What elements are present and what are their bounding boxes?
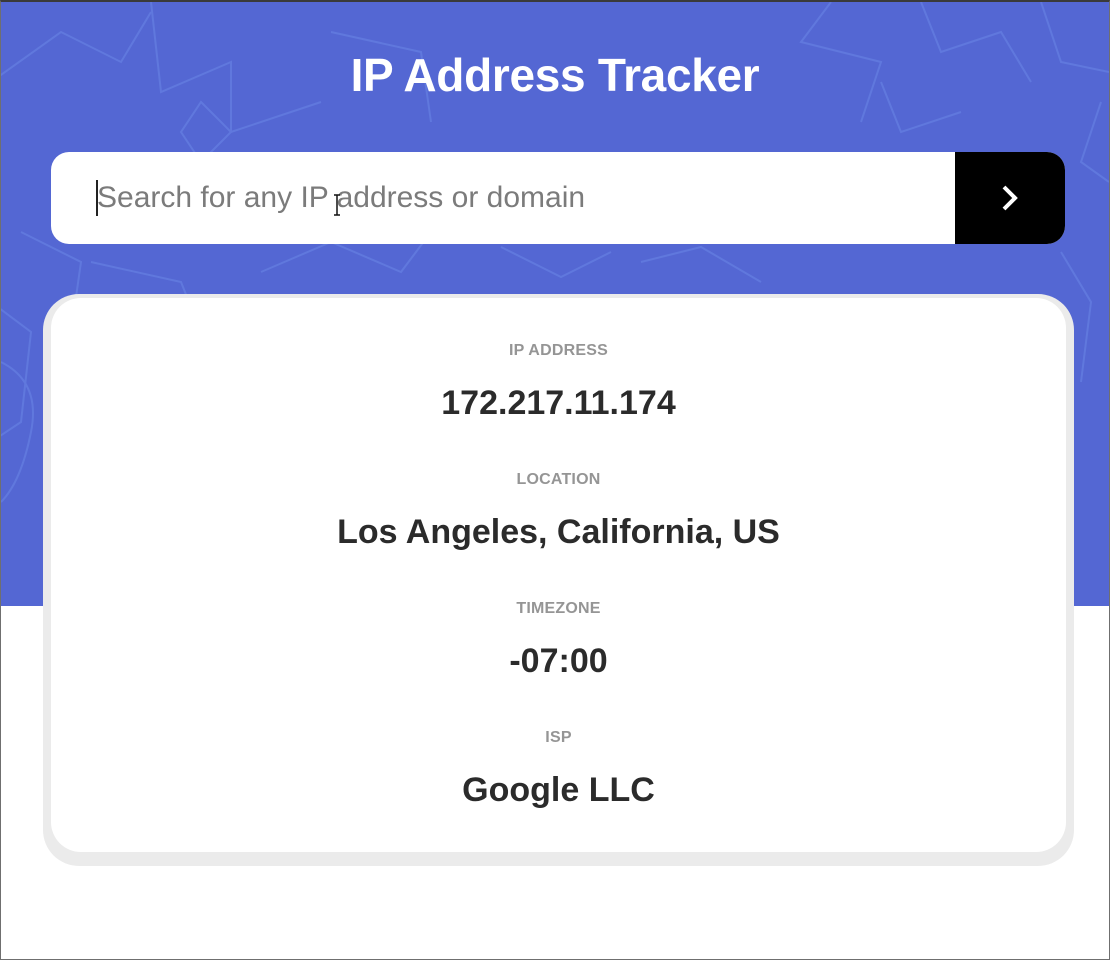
ip-address-stat: IP ADDRESS 172.217.11.174 bbox=[51, 342, 1066, 423]
stat-label: IP ADDRESS bbox=[509, 342, 608, 359]
stat-label: LOCATION bbox=[516, 471, 601, 488]
stat-value: -07:00 bbox=[509, 642, 608, 680]
text-caret bbox=[96, 180, 98, 216]
stat-label: ISP bbox=[545, 729, 572, 746]
ibeam-cursor-icon bbox=[334, 194, 340, 216]
page-title: IP Address Tracker bbox=[350, 49, 760, 101]
info-card: IP ADDRESS 172.217.11.174 LOCATION Los A… bbox=[51, 298, 1066, 852]
isp-stat: ISP Google LLC bbox=[51, 729, 1066, 810]
search-input[interactable] bbox=[51, 152, 955, 244]
stat-value: 172.217.11.174 bbox=[441, 384, 676, 422]
location-stat: LOCATION Los Angeles, California, US bbox=[51, 471, 1066, 552]
stat-value: Google LLC bbox=[462, 771, 655, 809]
timezone-stat: TIMEZONE -07:00 bbox=[51, 600, 1066, 681]
chevron-right-icon bbox=[1002, 185, 1018, 211]
stat-value: Los Angeles, California, US bbox=[337, 513, 780, 551]
search-bar bbox=[51, 152, 1065, 244]
search-submit-button[interactable] bbox=[955, 152, 1065, 244]
stat-label: TIMEZONE bbox=[516, 600, 601, 617]
